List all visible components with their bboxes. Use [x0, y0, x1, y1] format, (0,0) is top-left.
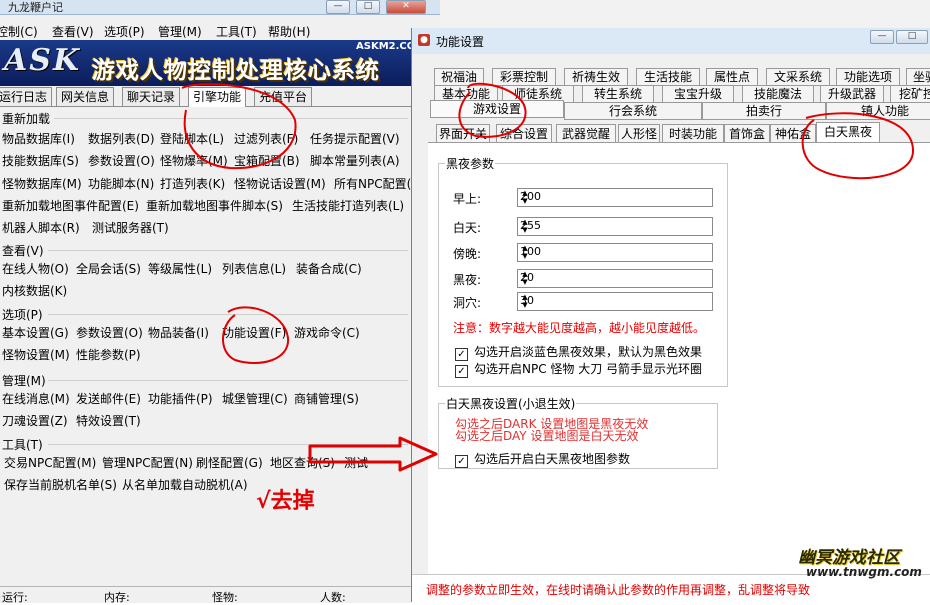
day-night-tab-circle [801, 112, 915, 180]
function-settings-circle [222, 306, 290, 364]
game-settings-circle [458, 82, 527, 138]
engine-tab-circle [181, 83, 297, 170]
arrow-icon [308, 436, 438, 472]
annotation-overlay [181, 82, 915, 472]
